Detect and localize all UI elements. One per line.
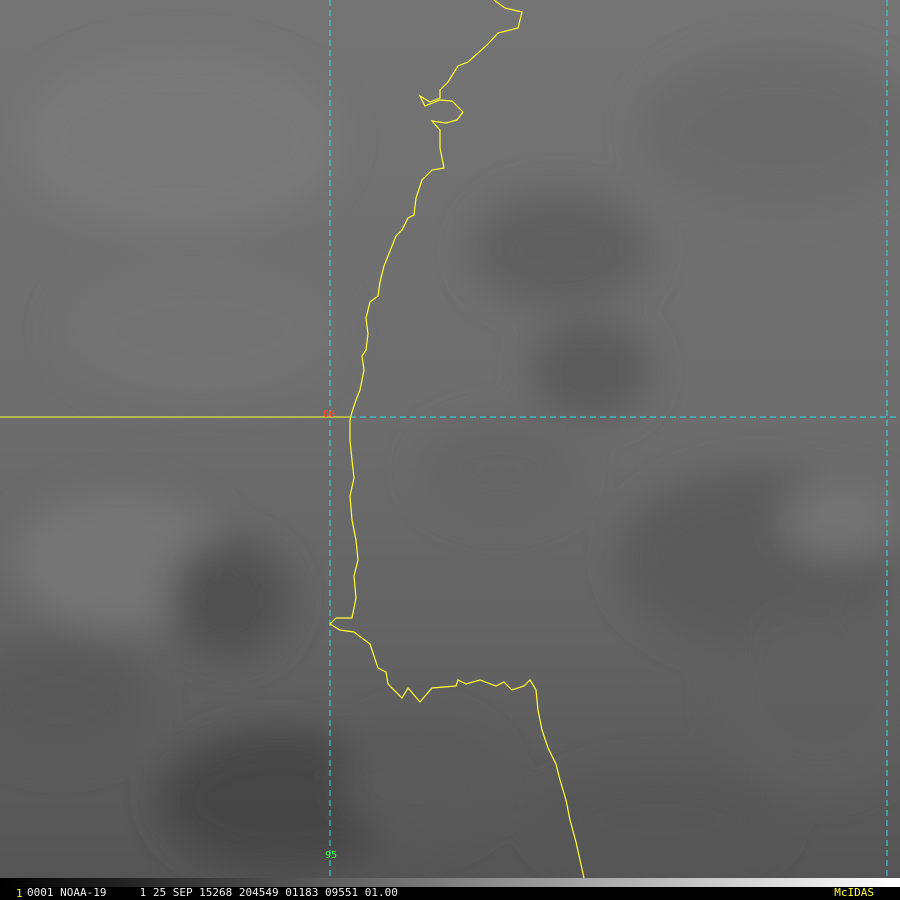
- map-overlay: [0, 0, 900, 878]
- coastline: [329, 0, 585, 878]
- latitude-label: 80: [323, 409, 336, 420]
- frame-number: 1: [16, 887, 23, 900]
- satellite-image-viewer: 80 95 1 0001 NOAA-19 1 25 SEP 15268 2045…: [0, 0, 900, 900]
- longitude-label: 95: [325, 850, 338, 861]
- mcidas-brand: McIDAS: [834, 886, 874, 899]
- image-info-text: 0001 NOAA-19 1 25 SEP 15268 204549 01183…: [27, 886, 398, 899]
